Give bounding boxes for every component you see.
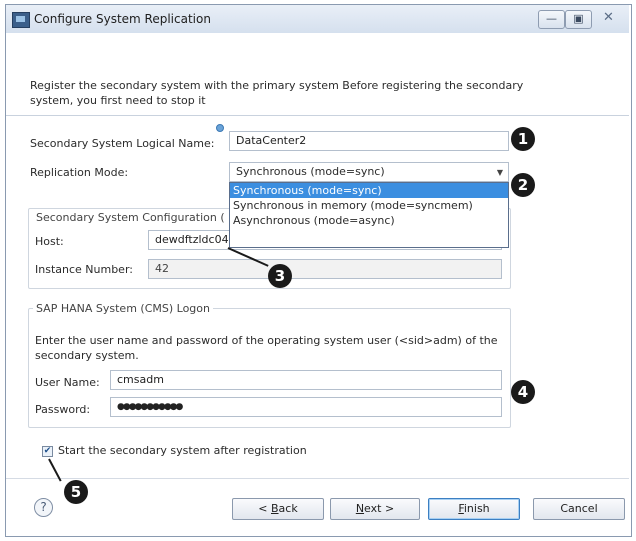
back-mnemonic: B [271, 502, 279, 515]
callout-5: 5 [64, 480, 88, 504]
replication-mode-value: Synchronous (mode=sync) [236, 165, 385, 178]
logon-instructions: Enter the user name and password of the … [35, 334, 498, 362]
help-icon[interactable]: ? [34, 498, 53, 517]
finish-button[interactable]: Finish [428, 498, 520, 520]
start-after-registration-checkbox[interactable]: ✔ [42, 446, 53, 457]
back-button[interactable]: < Back [232, 498, 324, 520]
user-name-input[interactable]: cmsadm [110, 370, 502, 390]
callout-1: 1 [511, 127, 535, 151]
dropdown-option-sync[interactable]: Synchronous (mode=sync) [230, 183, 508, 198]
maximize-button[interactable]: ▣ [565, 10, 592, 29]
instance-number-input[interactable]: 42 [148, 259, 502, 279]
window-title: Configure System Replication [34, 12, 211, 26]
next-mnemonic: N [355, 502, 365, 515]
close-button[interactable]: ✕ [592, 10, 625, 27]
host-label: Host: [35, 235, 64, 248]
replication-mode-select[interactable]: Synchronous (mode=sync) ▼ [229, 162, 509, 182]
app-icon [12, 12, 30, 28]
replication-mode-dropdown: Synchronous (mode=sync) Synchronous in m… [229, 182, 509, 248]
password-input[interactable]: ●●●●●●●●●●● [110, 397, 502, 417]
chevron-down-icon[interactable]: ▼ [497, 164, 503, 182]
secondary-config-group-label: Secondary System Configuration ( [33, 211, 228, 224]
instance-number-label: Instance Number: [35, 263, 133, 276]
minimize-button[interactable]: — [538, 10, 565, 29]
logical-name-input[interactable]: DataCenter2 [229, 131, 509, 151]
dropdown-option-async[interactable]: Asynchronous (mode=async) [230, 213, 508, 228]
next-label: ext > [364, 502, 395, 515]
logical-name-label: Secondary System Logical Name: [30, 137, 215, 150]
back-label: ack [278, 502, 298, 515]
logon-group-label: SAP HANA System (CMS) Logon [33, 302, 213, 315]
description-text: Register the secondary system with the p… [30, 79, 524, 107]
footer-separator [6, 478, 629, 479]
user-name-label: User Name: [35, 376, 100, 389]
callout-4: 4 [511, 380, 535, 404]
start-after-registration-label[interactable]: Start the secondary system after registr… [58, 444, 307, 457]
title-bar: Configure System Replication — ▣ ✕ [6, 5, 629, 34]
callout-2: 2 [511, 173, 535, 197]
finish-label: inish [463, 502, 490, 515]
info-icon [216, 124, 224, 132]
cancel-button[interactable]: Cancel [533, 498, 625, 520]
next-button[interactable]: Next > [330, 498, 420, 520]
replication-mode-label: Replication Mode: [30, 166, 129, 179]
back-prefix: < [258, 502, 271, 515]
callout-3: 3 [268, 264, 292, 288]
password-label: Password: [35, 403, 91, 416]
dropdown-option-syncmem[interactable]: Synchronous in memory (mode=syncmem) [230, 198, 508, 213]
